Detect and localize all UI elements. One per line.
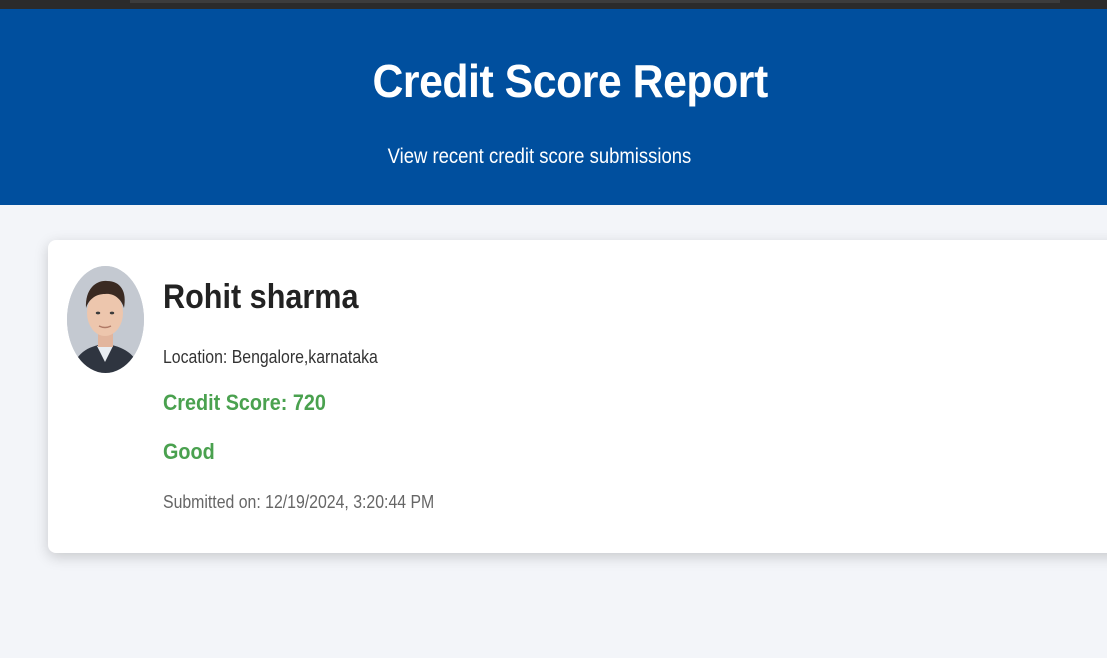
avatar [67,266,144,373]
submitted-timestamp: Submitted on: 12/19/2024, 3:20:44 PM [163,492,435,512]
person-name: Rohit sharma [163,278,359,316]
browser-top-strip-inner [130,0,1060,3]
page-title: Credit Score Report [372,55,768,107]
location-text: Location: Bengalore,karnataka [163,347,378,367]
submission-card: Rohit sharma Location: Bengalore,karnata… [48,240,1107,553]
page-header: Credit Score Report View recent credit s… [0,9,1107,205]
credit-rating-badge: Good [163,439,215,464]
person-photo-icon [67,266,144,373]
page-subtitle: View recent credit score submissions [387,145,692,168]
browser-top-strip [0,0,1107,9]
credit-score-value: Credit Score: 720 [163,390,326,415]
